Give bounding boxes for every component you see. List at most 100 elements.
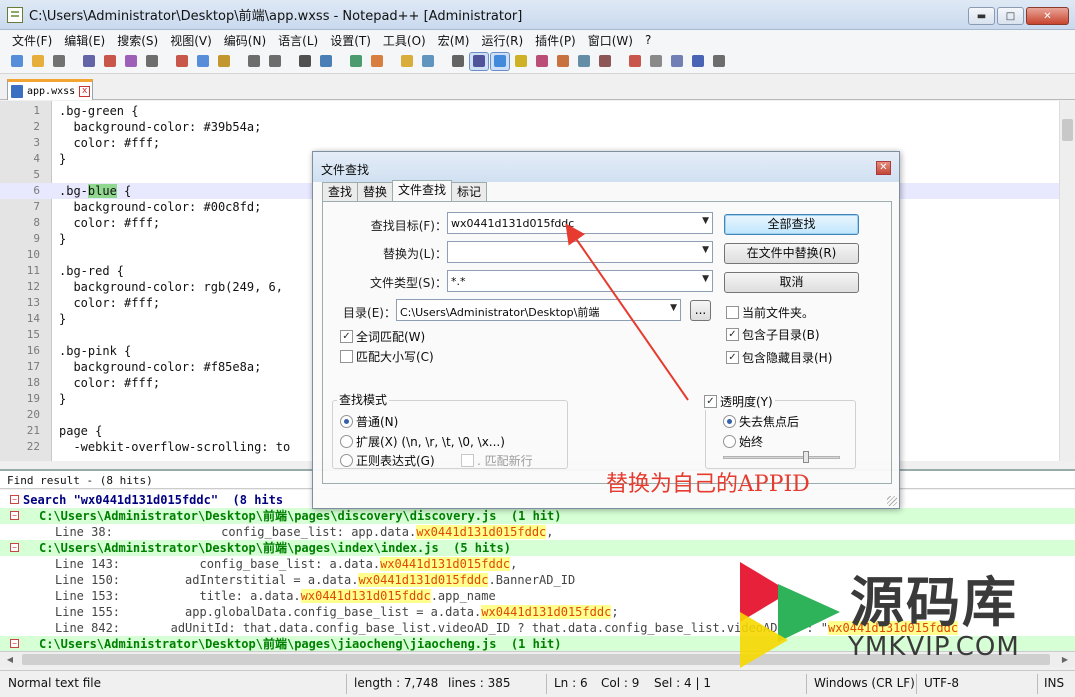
replace-with-combo[interactable]: ▼ (447, 241, 713, 263)
scrollbar-thumb[interactable] (1062, 119, 1073, 141)
whole-word-checkbox[interactable]: ✓ 全词匹配(W) (340, 328, 425, 345)
redo-icon[interactable] (266, 53, 284, 70)
menu-encoding[interactable]: 编码(N) (218, 32, 272, 49)
menu-language[interactable]: 语言(L) (272, 32, 324, 49)
cut-icon[interactable] (173, 53, 191, 70)
code-line[interactable]: 2 background-color: #39b54a; (0, 119, 1075, 135)
save-all-icon[interactable] (80, 53, 98, 70)
match-case-checkbox[interactable]: 匹配大小写(C) (340, 348, 434, 365)
folder-workspace-icon[interactable] (575, 53, 593, 70)
dropdown-arrow-icon[interactable]: ▼ (702, 245, 709, 255)
directory-combo[interactable]: C:\Users\Administrator\Desktop\前端 ▼ (396, 299, 681, 321)
result-file-line[interactable]: − C:\Users\Administrator\Desktop\前端\pages… (0, 508, 1075, 524)
close-window-button[interactable]: ✕ (1026, 7, 1069, 25)
undo-icon[interactable] (245, 53, 263, 70)
menu-view[interactable]: 视图(V) (164, 32, 218, 49)
record-macro-icon[interactable] (626, 53, 644, 70)
menu-plugins[interactable]: 插件(P) (529, 32, 582, 49)
find-all-button[interactable]: 全部查找 (724, 214, 859, 235)
tab-find-in-files[interactable]: 文件查找 (392, 180, 453, 201)
hidden-folders-checkbox[interactable]: ✓ 包含隐藏目录(H) (726, 349, 832, 366)
close-all-icon[interactable] (122, 53, 140, 70)
minimize-button[interactable]: ▬ (968, 7, 995, 25)
dropdown-arrow-icon[interactable]: ▼ (702, 274, 709, 284)
save-icon[interactable] (50, 53, 68, 70)
fold-toggle-icon[interactable]: − (10, 543, 19, 552)
menu-file[interactable]: 文件(F) (6, 32, 58, 49)
menu-settings[interactable]: 设置(T) (324, 32, 377, 49)
slider-thumb[interactable] (803, 451, 809, 463)
menu-search[interactable]: 搜索(S) (111, 32, 164, 49)
scroll-right-icon[interactable]: ▶ (1059, 654, 1071, 666)
save-macro-icon[interactable] (710, 53, 728, 70)
scroll-left-icon[interactable]: ◀ (4, 654, 16, 666)
dropdown-arrow-icon[interactable]: ▼ (670, 303, 677, 313)
subfolders-checkbox[interactable]: ✓ 包含子目录(B) (726, 326, 820, 343)
result-file-line[interactable]: − C:\Users\Administrator\Desktop\前端\pages… (0, 540, 1075, 556)
paste-icon[interactable] (215, 53, 233, 70)
print-icon[interactable] (143, 53, 161, 70)
sync-v-icon[interactable] (398, 53, 416, 70)
checkbox-box[interactable] (726, 306, 739, 319)
menu-help[interactable]: ? (639, 33, 657, 47)
editor-vertical-scrollbar[interactable] (1059, 101, 1075, 461)
find-what-combo[interactable]: wx0441d131d015fddc ▼ (447, 212, 713, 234)
function-list-icon[interactable] (554, 53, 572, 70)
doc-map-icon[interactable] (533, 53, 551, 70)
filters-combo[interactable]: *.* ▼ (447, 270, 713, 292)
monitor-icon[interactable] (596, 53, 614, 70)
tab-close-icon[interactable]: x (79, 85, 91, 97)
transparency-slider[interactable] (723, 456, 840, 459)
find-icon[interactable] (296, 53, 314, 70)
tab-mark[interactable]: 标记 (451, 182, 488, 202)
tab-replace[interactable]: 替换 (357, 182, 394, 202)
checkbox-box[interactable]: ✓ (726, 328, 739, 341)
resize-grip-icon[interactable] (887, 496, 897, 506)
replace-icon[interactable] (317, 53, 335, 70)
radio-dot[interactable] (340, 415, 353, 428)
fold-toggle-icon[interactable]: − (10, 639, 19, 648)
code-line[interactable]: 1 .bg-green { (0, 103, 1075, 119)
copy-icon[interactable] (194, 53, 212, 70)
mode-normal-radio[interactable]: 普通(N) (340, 413, 398, 430)
radio-dot[interactable] (340, 435, 353, 448)
radio-dot[interactable] (340, 454, 353, 467)
stop-record-icon[interactable] (647, 53, 665, 70)
checkbox-box[interactable]: ✓ (340, 330, 353, 343)
result-hit-line[interactable]: Line 38: config_base_list: app.data.wx04… (0, 524, 1075, 540)
zoom-out-icon[interactable] (368, 53, 386, 70)
indent-guide-icon[interactable] (490, 52, 510, 71)
on-lose-focus-radio[interactable]: 失去焦点后 (723, 413, 799, 430)
menu-tools[interactable]: 工具(O) (377, 32, 432, 49)
current-folder-checkbox[interactable]: 当前文件夹。 (726, 304, 814, 321)
replace-in-files-button[interactable]: 在文件中替换(R) (724, 243, 859, 264)
close-icon[interactable] (101, 53, 119, 70)
open-file-icon[interactable] (29, 53, 47, 70)
fold-toggle-icon[interactable]: − (10, 495, 19, 504)
all-chars-icon[interactable] (469, 52, 489, 71)
menu-run[interactable]: 运行(R) (475, 32, 529, 49)
menu-macro[interactable]: 宏(M) (432, 32, 476, 49)
mode-extended-radio[interactable]: 扩展(X) (\n, \r, \t, \0, \x...) (340, 433, 505, 450)
checkbox-box[interactable]: ✓ (726, 351, 739, 364)
zoom-in-icon[interactable] (347, 53, 365, 70)
tab-find[interactable]: 查找 (322, 182, 359, 202)
play-macro-icon[interactable] (668, 53, 686, 70)
checkbox-box[interactable]: ✓ (704, 395, 717, 408)
udl-icon[interactable] (512, 53, 530, 70)
dialog-close-button[interactable]: ✕ (876, 161, 891, 175)
checkbox-box[interactable] (340, 350, 353, 363)
menu-edit[interactable]: 编辑(E) (58, 32, 111, 49)
maximize-button[interactable]: □ (997, 7, 1024, 25)
fold-toggle-icon[interactable]: − (10, 511, 19, 520)
radio-dot[interactable] (723, 415, 736, 428)
new-file-icon[interactable] (8, 53, 26, 70)
run-multiple-icon[interactable] (689, 53, 707, 70)
mode-regex-radio[interactable]: 正则表达式(G) (340, 452, 435, 469)
cancel-button[interactable]: 取消 (724, 272, 859, 293)
wrap-icon[interactable] (449, 53, 467, 70)
tab-app-wxss[interactable]: app.wxss x (7, 79, 93, 100)
code-line[interactable]: 3 color: #fff; (0, 135, 1075, 151)
dropdown-arrow-icon[interactable]: ▼ (702, 216, 709, 226)
sync-h-icon[interactable] (419, 53, 437, 70)
